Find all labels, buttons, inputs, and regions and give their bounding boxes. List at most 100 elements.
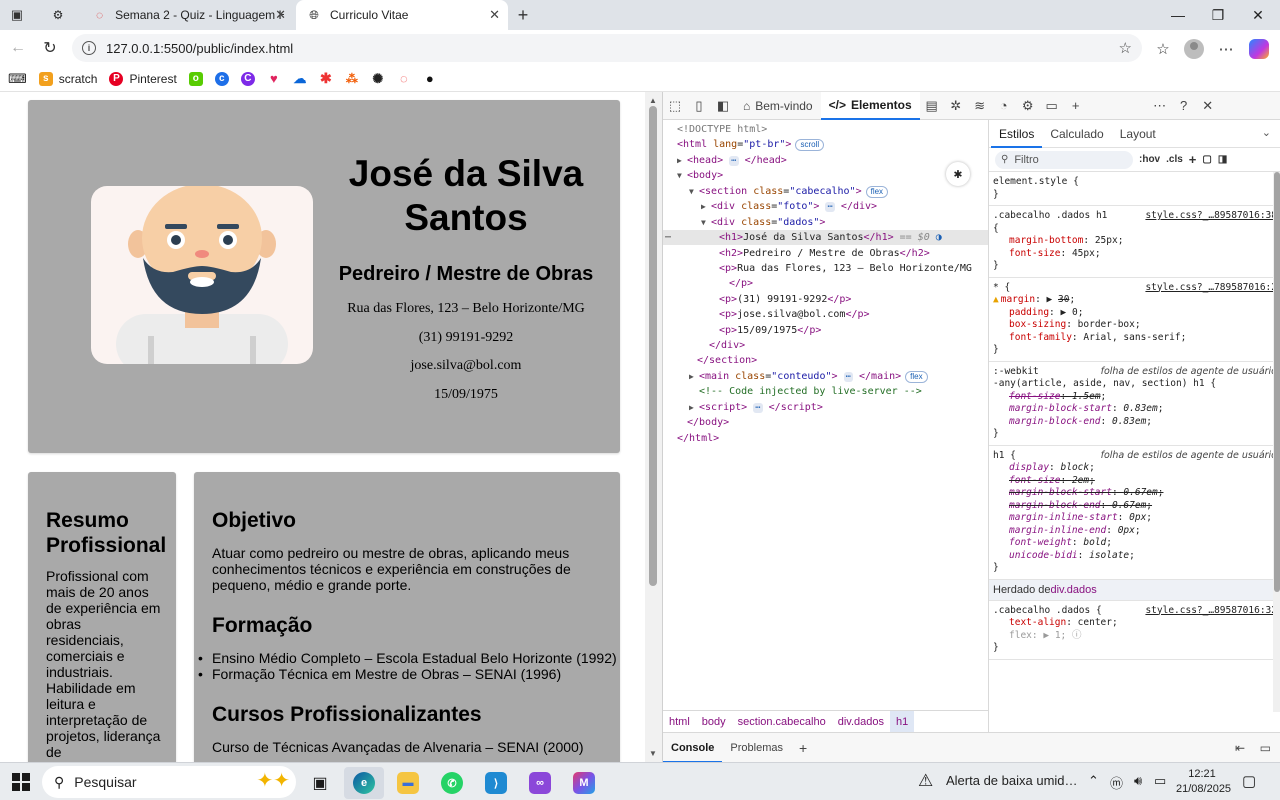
more-dots-icon[interactable]: ⋯ — [665, 230, 671, 245]
dom-h1-selected[interactable]: ⋯ <h1>José da Silva Santos</h1> == $0 ◑ — [663, 230, 988, 245]
accessibility-icon[interactable]: ✱ — [946, 162, 970, 186]
prop-name[interactable]: margin-block-end — [1009, 416, 1101, 427]
network-icon[interactable]: ≋ — [968, 94, 992, 118]
prop-name[interactable]: margin — [1001, 294, 1035, 305]
prop-value[interactable]: 45px — [1072, 248, 1095, 259]
source-link[interactable]: style.css?_…89587016:32 — [1145, 605, 1277, 618]
sidebar-toggle-icon[interactable]: ◨ — [1218, 154, 1227, 165]
dom-script[interactable]: ▶ <script> ⋯ </script> — [689, 400, 823, 415]
dom-main[interactable]: ▶ <main class="conteudo"> ⋯ </main> flex — [689, 369, 928, 384]
minimize-button[interactable]: — — [1158, 0, 1198, 30]
prop-name[interactable]: unicode-bidi — [1009, 550, 1078, 561]
performance-icon[interactable]: ◔ — [992, 94, 1016, 118]
prop-value[interactable]: block — [1061, 462, 1090, 473]
scroll-down-icon[interactable]: ▼ — [649, 749, 657, 758]
bookmark-github[interactable]: ● — [422, 71, 437, 86]
bookmark-pinterest[interactable]: P Pinterest — [109, 71, 177, 86]
source-link[interactable]: style.css?_…89587016:38 — [1145, 210, 1277, 223]
url-field[interactable]: i 127.0.0.1:5500/public/index.html ☆ — [72, 34, 1142, 62]
dock-icon[interactable]: ⇤ — [1235, 741, 1245, 755]
visual-studio-app[interactable]: ∞ — [520, 767, 560, 799]
dom-html-close[interactable]: </html> — [677, 431, 719, 446]
bookmark-gamepad[interactable]: ⌨ — [8, 71, 27, 87]
dom-section[interactable]: ▼ <section class="cabecalho"> flex — [689, 184, 889, 199]
console-icon[interactable]: ▤ — [920, 94, 944, 118]
copilot-icon[interactable] — [1248, 38, 1270, 60]
bug-icon[interactable]: ✲ — [944, 94, 968, 118]
crumb-h1[interactable]: h1 — [889, 710, 915, 733]
help-icon[interactable]: ? — [1172, 94, 1196, 118]
close-window-button[interactable]: ✕ — [1238, 0, 1278, 30]
prop-name[interactable]: margin-bottom — [1009, 235, 1083, 246]
clock[interactable]: 12:21 21/08/2025 — [1176, 767, 1231, 797]
prop-value[interactable]: 0px — [1129, 512, 1146, 523]
add-drawer-tab-icon[interactable]: + — [791, 733, 815, 763]
more-icon[interactable]: ⋯ — [1215, 38, 1237, 60]
prop-value[interactable]: 0px — [1118, 525, 1135, 536]
rule-universal[interactable]: * { style.css?_…789587016:2 ▲ margin: ▶ 3… — [989, 278, 1280, 362]
whatsapp-app[interactable]: ✆ — [432, 767, 472, 799]
dom-comment[interactable]: <!-- Code injected by live-server --> — [699, 384, 922, 399]
prop-name[interactable]: display — [1009, 462, 1049, 473]
sidebar-icon[interactable]: ◧ — [711, 94, 735, 118]
explorer-app[interactable]: ▬ — [388, 767, 428, 799]
tab-welcome[interactable]: ⌂ Bem-vindo — [735, 92, 821, 120]
chevron-up-icon[interactable]: ⌃ — [1088, 773, 1099, 789]
language-icon[interactable]: ⓜ — [1110, 773, 1123, 792]
dom-head[interactable]: ▶ <head> ⋯ </head> — [677, 153, 787, 168]
tab-actions-icon[interactable]: ▣ — [8, 6, 26, 24]
info-circle-icon[interactable]: ⓘ — [1072, 630, 1082, 641]
prop-name[interactable]: margin-inline-end — [1009, 525, 1106, 536]
prop-name[interactable]: margin-block-end — [1009, 500, 1101, 511]
more-tools-icon[interactable]: ⋯ — [1148, 94, 1172, 118]
dom-div-close[interactable]: </div> — [709, 338, 745, 353]
prop-name[interactable]: flex — [1009, 630, 1032, 641]
tab-quiz[interactable]: ◌ Semana 2 - Quiz - Linguagem HT ✕ — [82, 0, 294, 30]
bookmark-ring[interactable]: ◌ — [396, 71, 411, 86]
bookmark-cloud[interactable]: ☁ — [292, 71, 307, 86]
bookmark-asterisk[interactable]: ✱ — [318, 70, 333, 86]
a11y-node-icon[interactable]: ◑ — [936, 232, 942, 243]
new-tab-icon[interactable]: + — [514, 5, 532, 25]
flex-pill[interactable]: flex — [865, 186, 889, 198]
dom-div-foto[interactable]: ▶ <div class="foto"> ⋯ </div> — [701, 199, 877, 214]
profile-avatar[interactable] — [1183, 38, 1205, 60]
refresh-icon[interactable]: ↻ — [40, 38, 60, 58]
page-scrollbar[interactable]: ▲ ▼ — [645, 92, 662, 762]
prop-name[interactable]: font-size — [1009, 248, 1060, 259]
windows-start-icon[interactable] — [12, 773, 30, 791]
prop-name[interactable]: margin-inline-start — [1009, 512, 1118, 523]
favorites-icon[interactable]: ☆ — [1152, 38, 1174, 60]
prop-name[interactable]: text-align — [1009, 617, 1066, 628]
prop-value[interactable]: 2em — [1072, 475, 1089, 486]
close-devtools-icon[interactable]: ✕ — [1196, 94, 1220, 118]
add-rule-icon[interactable]: + — [1189, 152, 1197, 167]
dom-p-close[interactable]: </p> — [729, 276, 753, 291]
chevron-down-icon[interactable]: ⌄ — [1262, 126, 1271, 139]
scroll-up-icon[interactable]: ▲ — [649, 96, 657, 105]
styles-scrollbar[interactable] — [1273, 172, 1280, 712]
bookmark-duolingo[interactable]: o — [188, 71, 203, 86]
dom-p-birth[interactable]: <p>15/09/1975</p> — [719, 323, 821, 338]
dom-doctype[interactable]: <!DOCTYPE html> — [677, 122, 767, 137]
tab-elements[interactable]: </> Elementos — [820, 91, 920, 120]
dom-div-dados[interactable]: ▼ <div class="dados"> — [701, 215, 825, 230]
scroll-pill[interactable]: scroll — [795, 139, 825, 151]
tab-console[interactable]: Console — [663, 733, 723, 763]
cls-button[interactable]: .cls — [1166, 154, 1183, 165]
crumb-html[interactable]: html — [663, 711, 696, 733]
close-drawer-icon[interactable]: ▭ — [1260, 741, 1271, 755]
close-icon[interactable]: ✕ — [489, 7, 500, 23]
bookmark-canva[interactable]: C — [240, 71, 255, 86]
filter-input[interactable]: ⚲ Filtro — [995, 150, 1133, 169]
expand-triangle-icon[interactable]: ▶ — [1043, 630, 1049, 641]
rule-ua-h1[interactable]: h1 { folha de estilos de agente de usuár… — [989, 446, 1280, 580]
tab-layout[interactable]: Layout — [1112, 120, 1164, 148]
crumb-div[interactable]: div.dados — [832, 711, 890, 733]
bookmark-scratch[interactable]: s scratch — [38, 71, 97, 86]
scroll-thumb[interactable] — [1274, 172, 1280, 592]
inherited-tag[interactable]: div.dados — [1051, 584, 1097, 596]
flex-pill[interactable]: flex — [905, 371, 928, 383]
network-icon[interactable]: ▭ — [1154, 773, 1166, 789]
dom-h2[interactable]: <h2>Pedreiro / Mestre de Obras</h2> — [719, 246, 930, 261]
